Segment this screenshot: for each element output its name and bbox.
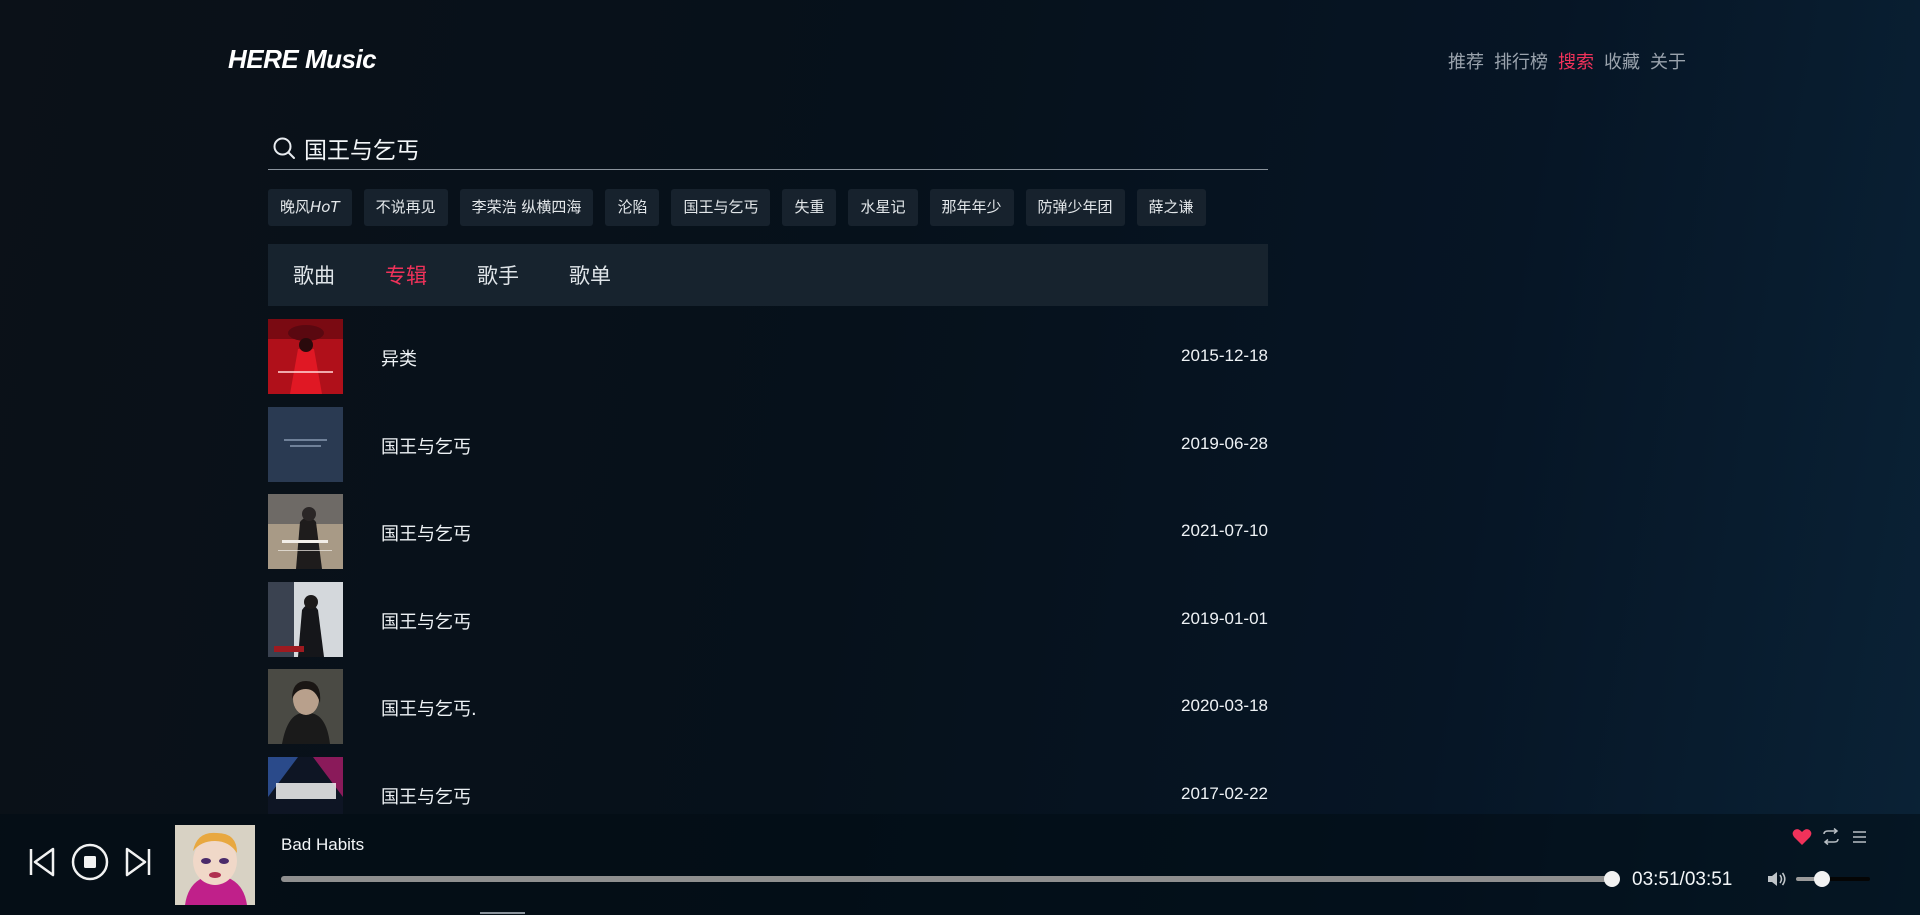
volume-icon[interactable] bbox=[1766, 870, 1788, 888]
hot-tag[interactable]: 薛之谦 bbox=[1136, 189, 1206, 226]
album-date: 2017-02-22 bbox=[1181, 783, 1268, 803]
hot-tag[interactable]: 国王与乞丐 bbox=[671, 189, 771, 226]
hot-tag[interactable]: 晚风HoT bbox=[268, 189, 352, 226]
album-date: 2015-12-18 bbox=[1181, 346, 1268, 365]
album-title: 国王与乞丐 bbox=[381, 611, 471, 633]
album-title: 国王与乞丐 bbox=[381, 524, 471, 545]
nav-item-charts[interactable]: 排行榜 bbox=[1494, 48, 1548, 74]
nav-item-search[interactable]: 搜索 bbox=[1558, 48, 1594, 74]
top-nav: 推荐 排行榜 搜索 收藏 关于 bbox=[1448, 48, 1686, 74]
heart-icon[interactable] bbox=[1792, 828, 1812, 846]
album-cover bbox=[268, 756, 343, 814]
nav-item-recommend[interactable]: 推荐 bbox=[1448, 48, 1484, 74]
tab-albums[interactable]: 专辑 bbox=[385, 260, 427, 290]
hot-tag[interactable]: 沦陷 bbox=[605, 189, 660, 226]
app-logo[interactable]: HERE Music bbox=[228, 44, 377, 75]
album-row[interactable]: 国王与乞丐 2019-06-28 bbox=[268, 406, 1268, 495]
progress-bar[interactable] bbox=[281, 871, 1620, 887]
album-row[interactable]: 国王与乞丐. 2020-03-18 bbox=[268, 669, 1268, 757]
progress-knob[interactable] bbox=[1604, 871, 1620, 887]
volume-slider[interactable] bbox=[1796, 871, 1870, 887]
album-results-list: 异类 2015-12-18 国王与乞丐 2019-06-28 国王与乞丐 202… bbox=[268, 319, 1268, 814]
stop-icon[interactable] bbox=[71, 843, 109, 881]
player-bar: Bad Habits 03:51/03:51 bbox=[0, 814, 1920, 915]
nav-item-favorites[interactable]: 收藏 bbox=[1604, 48, 1640, 74]
album-title: 异类 bbox=[381, 349, 417, 370]
search-input[interactable] bbox=[304, 134, 1204, 161]
volume-knob[interactable] bbox=[1813, 871, 1830, 887]
hot-tag[interactable]: 失重 bbox=[782, 189, 837, 226]
previous-track-icon[interactable] bbox=[28, 847, 56, 877]
playlist-icon[interactable] bbox=[1850, 828, 1868, 846]
album-row[interactable]: 国王与乞丐 2021-07-10 bbox=[268, 494, 1268, 582]
album-date: 2019-06-28 bbox=[1181, 433, 1268, 453]
album-cover bbox=[268, 581, 343, 657]
hot-tag[interactable]: 防弹少年团 bbox=[1025, 189, 1125, 226]
album-row[interactable]: 异类 2015-12-18 bbox=[268, 319, 1268, 407]
album-cover bbox=[268, 494, 343, 569]
album-date: 2020-03-18 bbox=[1181, 696, 1268, 715]
tab-songs[interactable]: 歌曲 bbox=[293, 260, 335, 290]
album-date: 2021-07-10 bbox=[1181, 521, 1268, 540]
album-title: 国王与乞丐 bbox=[381, 786, 471, 808]
hot-search-tags: 晚风HoT 不说再见 李荣浩 纵横四海 沦陷 国王与乞丐 失重 水星记 那年年少… bbox=[268, 189, 1206, 226]
album-cover bbox=[268, 669, 343, 744]
playback-time: 03:51/03:51 bbox=[1632, 869, 1733, 890]
album-row[interactable]: 国王与乞丐 2019-01-01 bbox=[268, 581, 1268, 670]
repeat-icon[interactable] bbox=[1820, 828, 1842, 846]
album-date: 2019-01-01 bbox=[1181, 608, 1268, 628]
album-title: 国王与乞丐 bbox=[381, 436, 471, 458]
hot-tag[interactable]: 李荣浩 纵横四海 bbox=[459, 189, 594, 226]
search-icon[interactable] bbox=[272, 136, 296, 160]
tab-artists[interactable]: 歌手 bbox=[477, 260, 519, 290]
search-bar bbox=[268, 126, 1268, 170]
hot-tag[interactable]: 水星记 bbox=[848, 189, 918, 226]
album-cover bbox=[268, 406, 343, 482]
tab-playlists[interactable]: 歌单 bbox=[569, 260, 611, 290]
album-title: 国王与乞丐. bbox=[381, 699, 477, 720]
now-playing-cover[interactable] bbox=[175, 825, 255, 905]
next-track-icon[interactable] bbox=[124, 847, 152, 877]
player-actions bbox=[1792, 828, 1868, 846]
hot-tag[interactable]: 不说再见 bbox=[363, 189, 448, 226]
nav-item-about[interactable]: 关于 bbox=[1650, 48, 1686, 74]
album-cover bbox=[268, 319, 343, 394]
album-row[interactable]: 国王与乞丐 2017-02-22 bbox=[268, 756, 1268, 814]
result-type-tabs: 歌曲 专辑 歌手 歌单 bbox=[268, 244, 1268, 306]
scroll-indicator bbox=[480, 912, 525, 914]
now-playing-title: Bad Habits bbox=[281, 835, 365, 854]
hot-tag[interactable]: 那年年少 bbox=[929, 189, 1014, 226]
